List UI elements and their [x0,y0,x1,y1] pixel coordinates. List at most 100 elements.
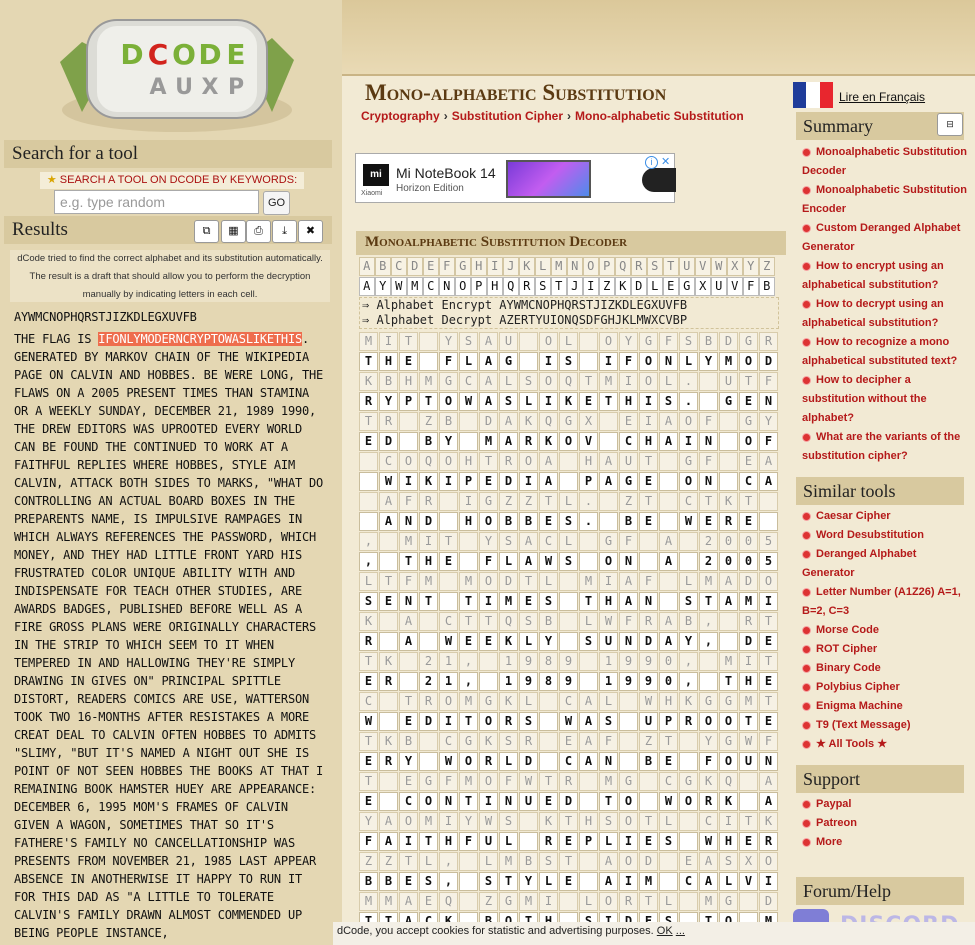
plaintext-cell[interactable] [719,432,738,451]
plaintext-cell[interactable]: O [699,712,718,731]
plaintext-cell[interactable] [399,432,418,451]
plaintext-cell[interactable] [739,792,758,811]
plaintext-cell[interactable]: F [459,832,478,851]
plaintext-cell[interactable] [679,752,698,771]
plaintext-cell[interactable]: E [759,712,778,731]
plaintext-cell[interactable]: U [599,632,618,651]
plaintext-cell[interactable]: N [699,432,718,451]
plaintext-cell[interactable] [659,872,678,891]
plaintext-cell[interactable]: 1 [439,672,458,691]
plaintext-cell[interactable] [539,752,558,771]
plaintext-cell[interactable]: I [479,592,498,611]
plaintext-cell[interactable] [559,472,578,491]
summary-link[interactable]: What are the variants of the substitutio… [802,428,970,466]
plaintext-cell[interactable] [599,432,618,451]
plaintext-cell[interactable]: O [479,512,498,531]
plaintext-cell[interactable]: 9 [559,672,578,691]
plaintext-cell[interactable] [579,872,598,891]
dcode-logo[interactable]: D C O D E A U X P [42,2,312,138]
decoder-grid[interactable]: ABCDEFGHIJKLMNOPQRSTUVWXYZ AYWMCNOPHQRST… [359,257,779,945]
plaintext-cell[interactable]: B [519,512,538,531]
cipher-letter-cell[interactable]: N [439,277,455,296]
plaintext-cell[interactable]: I [439,472,458,491]
plaintext-cell[interactable]: . [579,512,598,531]
plaintext-cell[interactable]: U [639,712,658,731]
plaintext-cell[interactable]: L [539,872,558,891]
plaintext-cell[interactable]: L [499,752,518,771]
plaintext-cell[interactable]: O [679,472,698,491]
cookie-more-link[interactable]: ... [676,925,685,937]
plaintext-cell[interactable]: A [659,432,678,451]
plaintext-cell[interactable]: N [619,632,638,651]
cipher-letter-cell[interactable]: Y [375,277,391,296]
plaintext-cell[interactable]: E [539,512,558,531]
plaintext-cell[interactable]: S [559,352,578,371]
plaintext-cell[interactable]: T [599,392,618,411]
plaintext-cell[interactable]: H [419,552,438,571]
plaintext-cell[interactable]: K [419,472,438,491]
plaintext-cell[interactable]: A [599,872,618,891]
plaintext-cell[interactable] [459,552,478,571]
plaintext-cell[interactable]: R [719,512,738,531]
cipher-letter-cell[interactable]: M [407,277,423,296]
plaintext-cell[interactable]: I [519,472,538,491]
plaintext-cell[interactable]: O [479,712,498,731]
plaintext-cell[interactable]: O [619,792,638,811]
plaintext-cell[interactable] [419,752,438,771]
cipher-letter-cell[interactable]: Z [599,277,615,296]
plaintext-cell[interactable] [579,672,598,691]
plaintext-cell[interactable]: H [639,432,658,451]
cipher-letter-cell[interactable]: X [695,277,711,296]
summary-link-label[interactable]: How to encrypt using an alphabetical sub… [802,260,944,291]
plaintext-cell[interactable]: R [379,672,398,691]
plaintext-cell[interactable]: C [559,752,578,771]
summary-link-label[interactable]: Monoalphabetic Substitution Encoder [802,184,967,215]
support-link[interactable]: Paypal [802,795,970,814]
plaintext-cell[interactable]: V [579,432,598,451]
plaintext-cell[interactable]: W [379,472,398,491]
plaintext-cell[interactable]: R [359,392,378,411]
plaintext-cell[interactable]: B [639,752,658,771]
plaintext-cell[interactable]: E [739,832,758,851]
plaintext-cell[interactable]: O [679,792,698,811]
plaintext-cell[interactable]: W [679,512,698,531]
plaintext-cell[interactable]: N [699,472,718,491]
plaintext-cell[interactable]: K [559,392,578,411]
plaintext-cell[interactable]: F [479,552,498,571]
plaintext-cell[interactable]: S [659,392,678,411]
cipher-letter-cell[interactable]: H [487,277,503,296]
plaintext-cell[interactable]: S [599,712,618,731]
ad-info-icon[interactable]: i [645,156,658,169]
plaintext-cell[interactable]: 0 [659,672,678,691]
plaintext-cell[interactable]: , [359,552,378,571]
cipher-letter-cell[interactable]: I [583,277,599,296]
breadcrumb-substitution-cipher[interactable]: Substitution Cipher [452,109,563,123]
support-link[interactable]: Patreon [802,814,970,833]
plaintext-cell[interactable]: E [639,512,658,531]
similar-tool-link-label[interactable]: ★ All Tools ★ [816,738,887,750]
plaintext-cell[interactable]: F [439,352,458,371]
plaintext-cell[interactable]: . [679,392,698,411]
plaintext-cell[interactable] [459,872,478,891]
plaintext-cell[interactable]: T [459,792,478,811]
plaintext-cell[interactable]: D [499,472,518,491]
similar-tool-link-label[interactable]: Enigma Machine [816,700,903,712]
plaintext-cell[interactable]: T [419,592,438,611]
plaintext-cell[interactable]: 2 [419,672,438,691]
save-button[interactable]: ▦ [221,220,246,243]
support-link-label[interactable]: Paypal [816,798,851,810]
plaintext-cell[interactable]: S [659,832,678,851]
summary-link[interactable]: How to decipher a substitution without t… [802,371,970,428]
cipher-letter-cell[interactable]: A [359,277,375,296]
plaintext-cell[interactable]: N [499,792,518,811]
plaintext-cell[interactable]: E [479,472,498,491]
plaintext-cell[interactable]: T [739,712,758,731]
plaintext-cell[interactable]: H [439,832,458,851]
cipher-letter-cell[interactable]: K [615,277,631,296]
plaintext-cell[interactable]: P [399,392,418,411]
cipher-letter-cell[interactable]: G [679,277,695,296]
similar-tool-link-label[interactable]: Letter Number (A1Z26) A=1, B=2, C=3 [802,586,961,617]
cookie-ok-link[interactable]: OK [657,925,673,937]
similar-tool-link[interactable]: ROT Cipher [802,640,970,659]
summary-link-label[interactable]: How to decipher a substitution without t… [802,374,927,424]
